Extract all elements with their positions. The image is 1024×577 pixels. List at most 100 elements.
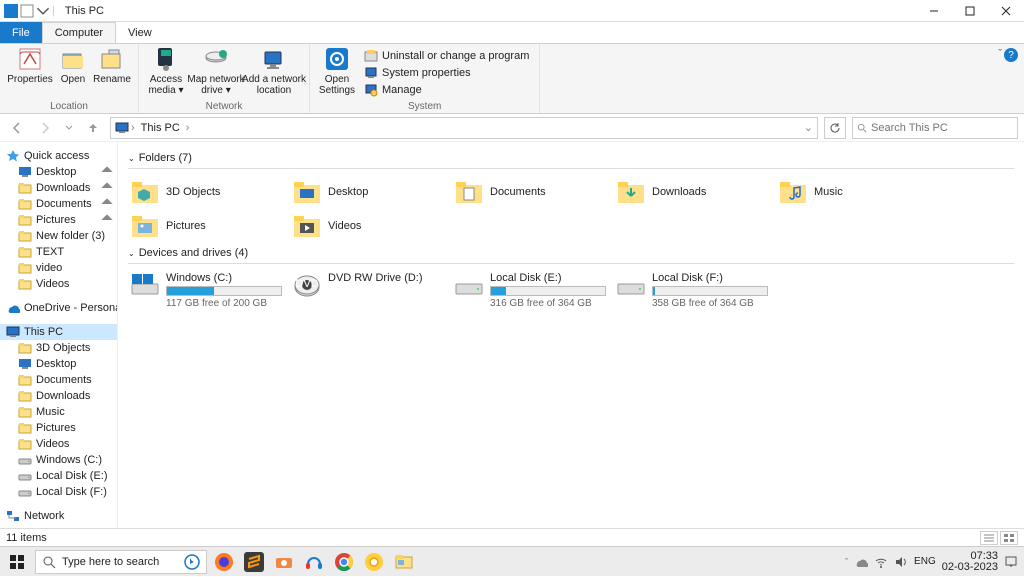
ribbon-tabs: File Computer View — [0, 22, 1024, 44]
start-button[interactable] — [0, 547, 34, 577]
rename-button[interactable]: Rename — [92, 46, 132, 85]
add-network-location-button[interactable]: Add a network location — [245, 46, 303, 96]
folder-item[interactable]: Desktop — [290, 175, 452, 209]
svg-text:DVD: DVD — [295, 278, 318, 290]
ribbon: Properties Open Rename Location Access m… — [0, 44, 1024, 114]
properties-button[interactable]: Properties — [6, 46, 54, 85]
ribbon-tab-computer[interactable]: Computer — [42, 22, 116, 43]
taskbar-firefox-icon[interactable] — [211, 549, 237, 575]
nav-pane: Quick accessDesktopDownloadsDocumentsPic… — [0, 142, 118, 528]
taskbar-sublime-icon[interactable] — [241, 549, 267, 575]
taskbar-chrome-canary-icon[interactable] — [361, 549, 387, 575]
dropdown-icon[interactable]: ⌄ — [804, 121, 813, 134]
search-icon — [857, 122, 867, 134]
this-pc-icon — [115, 121, 129, 135]
collapse-ribbon-icon[interactable]: ˇ — [998, 48, 1002, 60]
folder-item[interactable]: Videos — [290, 209, 452, 243]
sidebar-quick-access[interactable]: Quick access — [0, 148, 117, 164]
breadcrumb-this-pc[interactable]: This PC — [137, 122, 184, 134]
sidebar-item[interactable]: Downloads — [0, 180, 117, 196]
sidebar-item[interactable]: Local Disk (F:) — [0, 484, 117, 500]
search-icon — [42, 555, 56, 569]
search-box[interactable] — [852, 117, 1018, 139]
breadcrumb[interactable]: › This PC › ⌄ — [110, 117, 818, 139]
taskbar-chrome-icon[interactable] — [331, 549, 357, 575]
section-folders[interactable]: ⌄Folders (7) — [128, 152, 1014, 164]
sidebar-item[interactable]: Videos — [0, 276, 117, 292]
refresh-button[interactable] — [824, 117, 846, 139]
onedrive-tray-icon[interactable] — [854, 555, 868, 569]
taskbar-headphones-icon[interactable] — [301, 549, 327, 575]
sidebar-item[interactable]: Pictures — [0, 212, 117, 228]
drive-item[interactable]: Windows (C:)117 GB free of 200 GB — [128, 270, 290, 311]
up-button[interactable] — [82, 117, 104, 139]
maximize-button[interactable] — [952, 0, 988, 22]
qat-save-icon[interactable] — [20, 4, 34, 18]
folder-item[interactable]: Downloads — [614, 175, 776, 209]
tray-overflow-icon[interactable]: ˆ — [845, 557, 848, 567]
status-bar: 11 items — [0, 528, 1024, 546]
forward-button[interactable] — [34, 117, 56, 139]
taskbar-explorer-icon[interactable] — [391, 549, 417, 575]
recent-locations-button[interactable] — [62, 117, 76, 139]
search-input[interactable] — [871, 122, 1013, 134]
ribbon-group-system: Open Settings Uninstall or change a prog… — [310, 44, 540, 113]
qat-icon[interactable] — [4, 4, 18, 18]
access-media-button[interactable]: Access media ▾ — [145, 46, 187, 96]
map-network-drive-button[interactable]: Map network drive ▾ — [189, 46, 243, 96]
folder-item[interactable]: Documents — [452, 175, 614, 209]
sidebar-item[interactable]: Windows (C:) — [0, 452, 117, 468]
sidebar-item[interactable]: Local Disk (E:) — [0, 468, 117, 484]
sidebar-network[interactable]: Network — [0, 508, 117, 524]
clock[interactable]: 07:3302-03-2023 — [942, 551, 998, 573]
taskbar-camera-icon[interactable] — [271, 549, 297, 575]
folder-item[interactable]: Pictures — [128, 209, 290, 243]
chevron-right-icon: › — [186, 122, 190, 134]
view-details-button[interactable] — [980, 531, 998, 545]
language-indicator[interactable]: ENG — [914, 556, 936, 567]
sidebar-this-pc[interactable]: This PC — [0, 324, 117, 340]
notifications-icon[interactable] — [1004, 555, 1018, 569]
wifi-icon[interactable] — [874, 555, 888, 569]
help-button[interactable]: ? — [1004, 48, 1018, 62]
ribbon-tab-view[interactable]: View — [116, 22, 164, 43]
sidebar-onedrive[interactable]: OneDrive - Personal — [0, 300, 117, 316]
item-count: 11 items — [6, 532, 47, 544]
folder-item[interactable]: Music — [776, 175, 938, 209]
group-label-location: Location — [50, 101, 88, 112]
sidebar-item[interactable]: Videos — [0, 436, 117, 452]
taskbar: Type here to search ˆ ENG 07:3302-03-202… — [0, 546, 1024, 576]
sidebar-item[interactable]: New folder (3) — [0, 228, 117, 244]
back-button[interactable] — [6, 117, 28, 139]
sidebar-item[interactable]: video — [0, 260, 117, 276]
sidebar-item[interactable]: TEXT — [0, 244, 117, 260]
sidebar-item[interactable]: 3D Objects — [0, 340, 117, 356]
drive-item[interactable]: Local Disk (F:)358 GB free of 364 GB — [614, 270, 776, 311]
system-properties-button[interactable]: System properties — [360, 65, 533, 81]
uninstall-program-button[interactable]: Uninstall or change a program — [360, 48, 533, 64]
qat-dropdown-icon[interactable] — [36, 4, 50, 18]
close-button[interactable] — [988, 0, 1024, 22]
chevron-down-icon: ⌄ — [128, 249, 135, 258]
manage-button[interactable]: Manage — [360, 82, 533, 98]
view-icons-button[interactable] — [1000, 531, 1018, 545]
sidebar-item[interactable]: Pictures — [0, 420, 117, 436]
section-drives[interactable]: ⌄Devices and drives (4) — [128, 247, 1014, 259]
open-settings-button[interactable]: Open Settings — [316, 46, 358, 96]
open-button[interactable]: Open — [56, 46, 90, 85]
sidebar-item[interactable]: Documents — [0, 372, 117, 388]
drive-item[interactable]: DVDDVD RW Drive (D:) — [290, 270, 452, 311]
sound-icon[interactable] — [894, 555, 908, 569]
taskbar-search[interactable]: Type here to search — [35, 550, 207, 574]
drive-item[interactable]: Local Disk (E:)316 GB free of 364 GB — [452, 270, 614, 311]
system-tray: ˆ ENG 07:3302-03-2023 — [839, 551, 1024, 573]
window-title: This PC — [65, 5, 104, 17]
sidebar-item[interactable]: Downloads — [0, 388, 117, 404]
sidebar-item[interactable]: Documents — [0, 196, 117, 212]
folder-item[interactable]: 3D Objects — [128, 175, 290, 209]
ribbon-tab-file[interactable]: File — [0, 22, 42, 43]
sidebar-item[interactable]: Desktop — [0, 356, 117, 372]
sidebar-item[interactable]: Desktop — [0, 164, 117, 180]
sidebar-item[interactable]: Music — [0, 404, 117, 420]
minimize-button[interactable] — [916, 0, 952, 22]
